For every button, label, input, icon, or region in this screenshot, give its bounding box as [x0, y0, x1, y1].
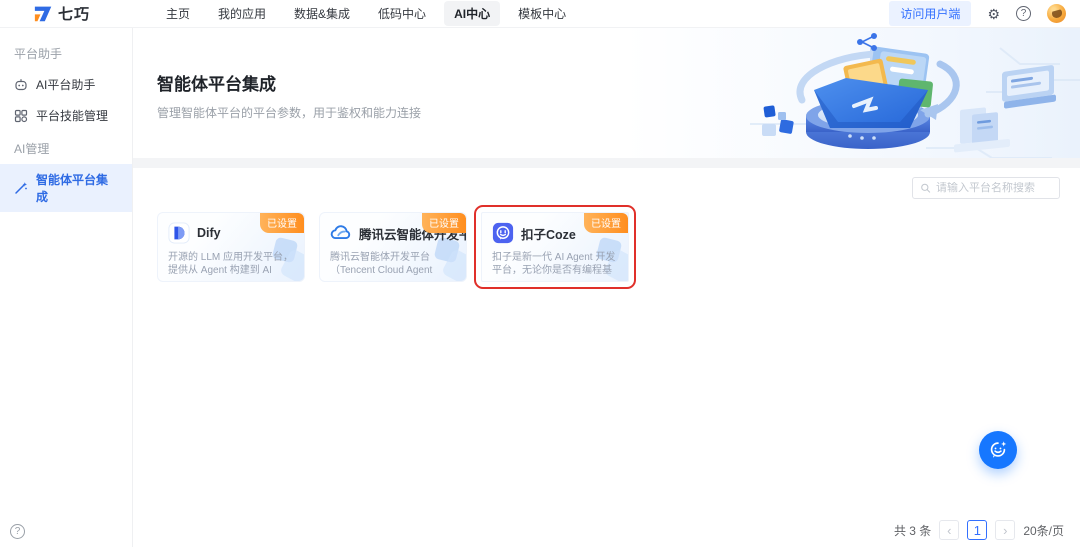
ai-chat-sparkle-icon	[987, 439, 1009, 461]
page-title: 智能体平台集成	[157, 70, 1080, 95]
configured-badge: 已设置	[260, 213, 304, 233]
content-panel: 已设置 Dify 开源的 LLM 应用开发平台，提供从 Agent 构建到 AI…	[133, 168, 1080, 547]
page: 七巧 主页 我的应用 数据&集成 低码中心 AI中心 模板中心 访问用户端 ⚙ …	[0, 0, 1080, 547]
sidebar-item-platform-skill-management[interactable]: 平台技能管理	[0, 100, 132, 131]
configured-badge: 已设置	[422, 213, 466, 233]
platform-name: Dify	[197, 226, 221, 240]
platform-description: 扣子是新一代 AI Agent 开发平台，无论你是否有编程基础，都可以在扣子上快…	[492, 251, 618, 277]
platform-name: 扣子Coze	[521, 224, 576, 243]
sidebar-help-icon[interactable]: ?	[10, 524, 25, 539]
search-input[interactable]	[936, 182, 1052, 194]
platform-card-tencent-adp[interactable]: 已设置 腾讯云智能体开发平台 腾讯云智能体开发平台（Tencent Cloud …	[319, 212, 467, 282]
coze-logo-icon	[492, 222, 514, 244]
logo-icon	[34, 4, 53, 23]
ai-assistant-float-button[interactable]	[979, 431, 1017, 469]
gear-icon[interactable]: ⚙	[987, 7, 1000, 21]
sidebar-item-ai-platform-assistant[interactable]: AI平台助手	[0, 69, 132, 100]
sidebar-item-label: 智能体平台集成	[36, 171, 118, 205]
dify-logo-icon	[168, 222, 190, 244]
sidebar: 平台助手 AI平台助手	[0, 28, 133, 547]
app-logo[interactable]: 七巧	[34, 3, 144, 24]
main-area: 智能体平台集成 管理智能体平台的平台参数，用于鉴权和能力连接	[133, 28, 1080, 547]
sidebar-item-label: 平台技能管理	[36, 107, 108, 124]
configured-badge: 已设置	[584, 213, 628, 233]
primary-nav: 主页 我的应用 数据&集成 低码中心 AI中心 模板中心	[156, 1, 576, 26]
platform-description: 腾讯云智能体开发平台（Tencent Cloud Agent Developme…	[330, 251, 456, 277]
next-page-button[interactable]: ›	[995, 520, 1015, 540]
layout: 平台助手 AI平台助手	[0, 28, 1080, 547]
tencent-cloud-logo-icon	[330, 222, 352, 244]
platform-search[interactable]	[912, 177, 1060, 199]
pagination: 共 3 条 ‹ 1 › 20条/页	[894, 520, 1064, 540]
platform-card-coze[interactable]: 已设置 扣子Coze 扣子是新一	[481, 212, 629, 282]
search-icon	[920, 182, 931, 194]
sidebar-item-agent-platform-integration[interactable]: 智能体平台集成	[0, 164, 132, 212]
navbar-actions: 访问用户端 ⚙ ?	[889, 1, 1066, 26]
nav-item-data-integration[interactable]: 数据&集成	[284, 1, 360, 26]
nav-item-template-center[interactable]: 模板中心	[508, 1, 576, 26]
nav-item-ai-center[interactable]: AI中心	[444, 1, 500, 26]
sidebar-section-ai-management: AI管理	[0, 131, 132, 164]
page-size-label: 20条/页	[1023, 522, 1064, 539]
sidebar-item-label: AI平台助手	[36, 76, 95, 93]
user-avatar[interactable]	[1047, 4, 1066, 23]
page-header: 智能体平台集成 管理智能体平台的平台参数，用于鉴权和能力连接	[133, 28, 1080, 158]
robot-icon	[14, 78, 28, 92]
visit-client-button[interactable]: 访问用户端	[889, 1, 971, 26]
prev-page-button[interactable]: ‹	[939, 520, 959, 540]
help-icon[interactable]: ?	[1016, 6, 1031, 21]
pagination-total: 共 3 条	[894, 522, 931, 539]
grid-icon	[14, 109, 28, 123]
platform-card-dify[interactable]: 已设置 Dify 开源的 LLM 应用开发平台，提供从 Agent 构建到 AI…	[157, 212, 305, 282]
platform-card-list: 已设置 Dify 开源的 LLM 应用开发平台，提供从 Agent 构建到 AI…	[157, 212, 1060, 282]
nav-item-my-apps[interactable]: 我的应用	[208, 1, 276, 26]
top-navbar: 七巧 主页 我的应用 数据&集成 低码中心 AI中心 模板中心 访问用户端 ⚙ …	[0, 0, 1080, 28]
page-subtitle: 管理智能体平台的平台参数，用于鉴权和能力连接	[157, 104, 1080, 121]
logo-text: 七巧	[58, 3, 90, 24]
magic-wand-icon	[14, 181, 28, 195]
nav-item-home[interactable]: 主页	[156, 1, 200, 26]
nav-item-lowcode-center[interactable]: 低码中心	[368, 1, 436, 26]
sidebar-section-platform-assistant: 平台助手	[0, 36, 132, 69]
platform-description: 开源的 LLM 应用开发平台，提供从 Agent 构建到 AI workflow…	[168, 251, 294, 277]
current-page-button[interactable]: 1	[967, 520, 987, 540]
share-icon	[857, 33, 877, 51]
